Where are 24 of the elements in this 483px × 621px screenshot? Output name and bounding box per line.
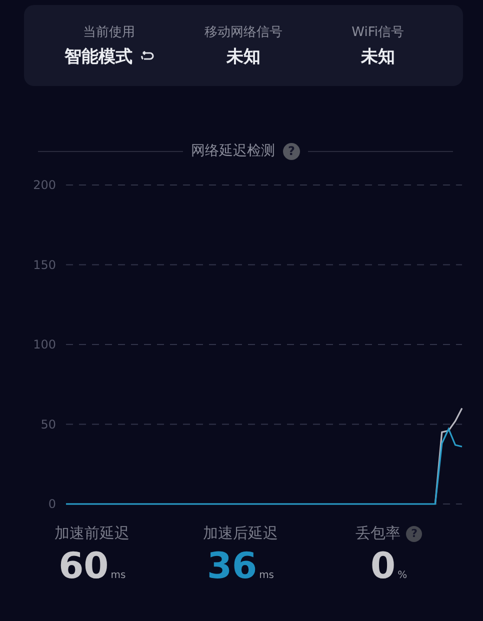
status-label: 移动网络信号 (204, 24, 282, 41)
stat-value: 60 (58, 549, 109, 585)
status-value: 智能模式 (64, 46, 133, 68)
status-value: 未知 (360, 46, 395, 68)
section-title: 网络延迟检测 (191, 142, 275, 160)
help-icon[interactable]: ? (406, 526, 422, 542)
axis-label: 100 (33, 338, 56, 352)
axis-label: 200 (33, 178, 56, 192)
help-icon[interactable]: ? (283, 142, 300, 160)
status-label: 当前使用 (83, 24, 136, 41)
stat-value: 36 (206, 549, 258, 585)
stat-value: 0 (370, 549, 396, 585)
status-label: WiFi信号 (352, 24, 404, 41)
switch-icon[interactable] (138, 51, 154, 62)
axis-label: 150 (33, 258, 56, 272)
stat-label: 加速后延迟 (202, 524, 278, 543)
unit-label: ms (110, 570, 126, 581)
stat-label: 加速前延迟 (54, 524, 130, 543)
unit-label: ms (259, 570, 274, 581)
axis-label: 0 (48, 497, 56, 511)
stat-label: 丢包率 (355, 524, 400, 543)
unit-label: % (398, 570, 408, 581)
status-value: 未知 (226, 46, 260, 68)
axis-label: 50 (40, 417, 56, 432)
